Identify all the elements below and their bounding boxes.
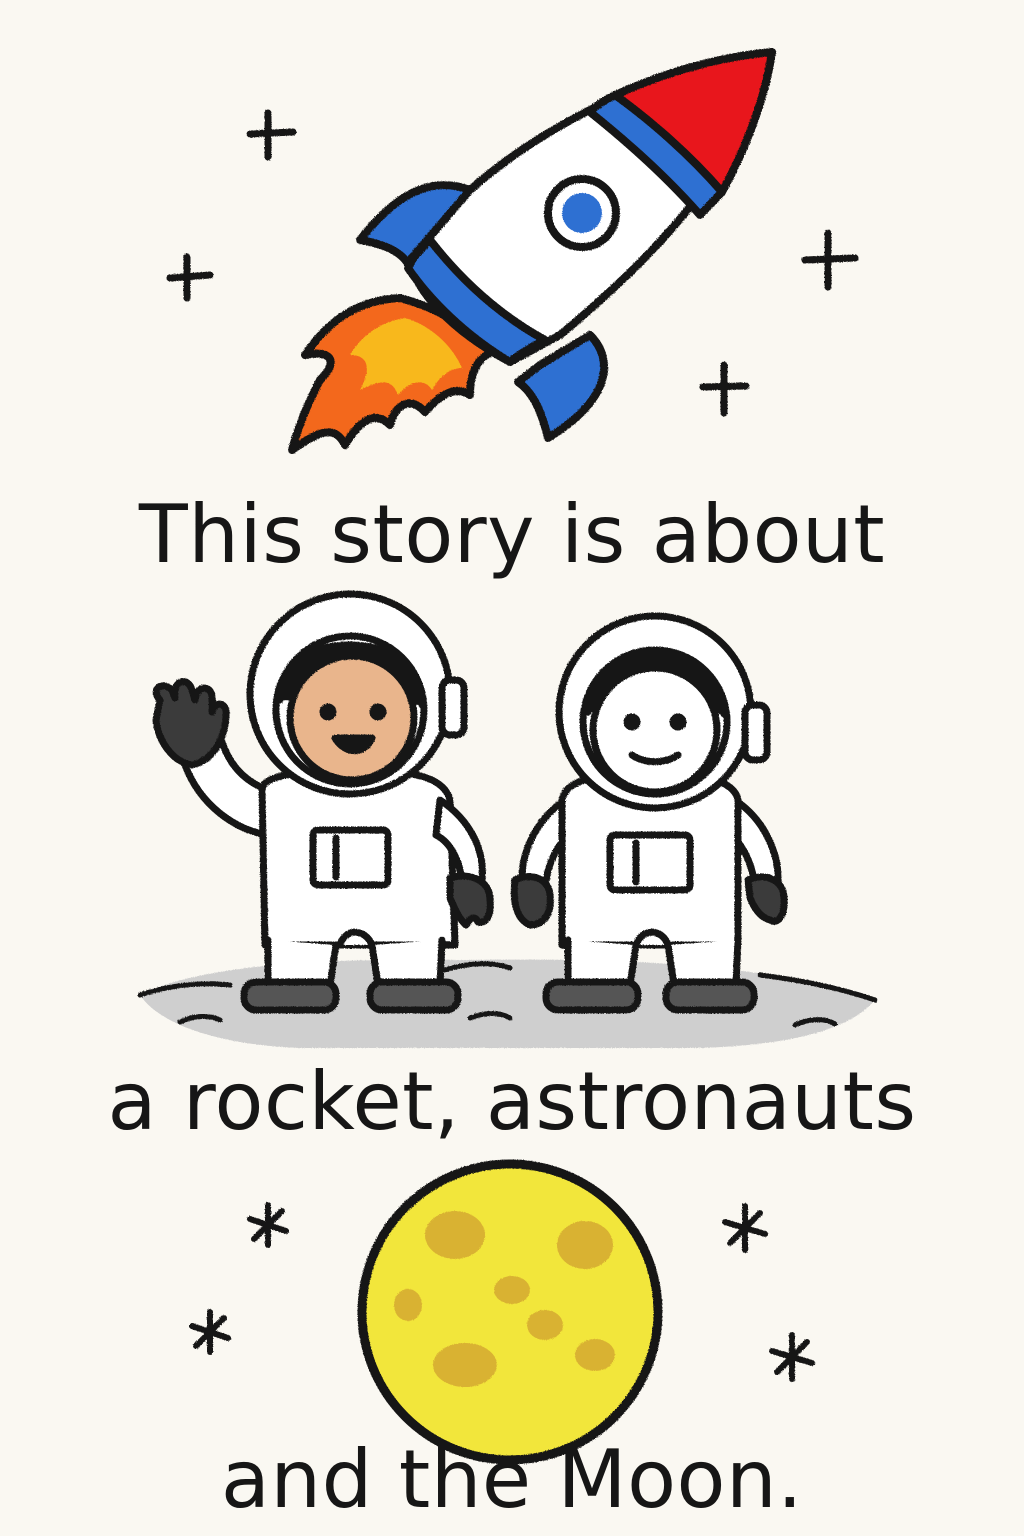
boot xyxy=(542,978,642,1014)
star-icon xyxy=(801,229,859,291)
boot xyxy=(240,978,340,1014)
rocket-window-glass xyxy=(562,193,602,233)
illustration-canvas xyxy=(137,48,878,1465)
moon-crater xyxy=(527,1310,563,1340)
moon-crater xyxy=(394,1289,422,1321)
astronaut-standing xyxy=(510,612,788,1014)
moon-crater xyxy=(557,1221,613,1269)
glove-left xyxy=(510,873,554,929)
moon-crater xyxy=(425,1211,485,1259)
astronaut-waving xyxy=(152,590,494,1014)
boot xyxy=(662,978,758,1014)
star-icon xyxy=(246,109,297,161)
astronaut-face xyxy=(589,664,721,796)
astronaut-face xyxy=(286,652,418,784)
story-line-3: and the Moon. xyxy=(220,1433,804,1526)
star-icon xyxy=(769,1332,815,1382)
moon-crater xyxy=(433,1343,497,1387)
boot xyxy=(366,978,462,1014)
star-icon xyxy=(699,361,750,417)
star-icon xyxy=(166,253,214,302)
glove-right xyxy=(446,872,494,929)
moon-crater xyxy=(575,1339,615,1371)
rocket-illustration xyxy=(288,48,776,454)
star-icon xyxy=(189,1309,231,1355)
glove-left xyxy=(152,678,230,769)
glove-right xyxy=(744,873,788,925)
astronauts-illustration xyxy=(137,590,878,1048)
story-line-1: This story is about xyxy=(138,488,886,581)
moon-illustration xyxy=(357,1159,663,1465)
chest-panel xyxy=(309,826,392,889)
storybook-page: This story is about a rocket, astronauts… xyxy=(0,0,1024,1536)
chest-panel xyxy=(606,831,694,894)
story-line-2: a rocket, astronauts xyxy=(107,1055,917,1148)
star-icon xyxy=(722,1203,768,1253)
star-icon xyxy=(247,1202,289,1248)
moon-crater xyxy=(494,1276,530,1304)
